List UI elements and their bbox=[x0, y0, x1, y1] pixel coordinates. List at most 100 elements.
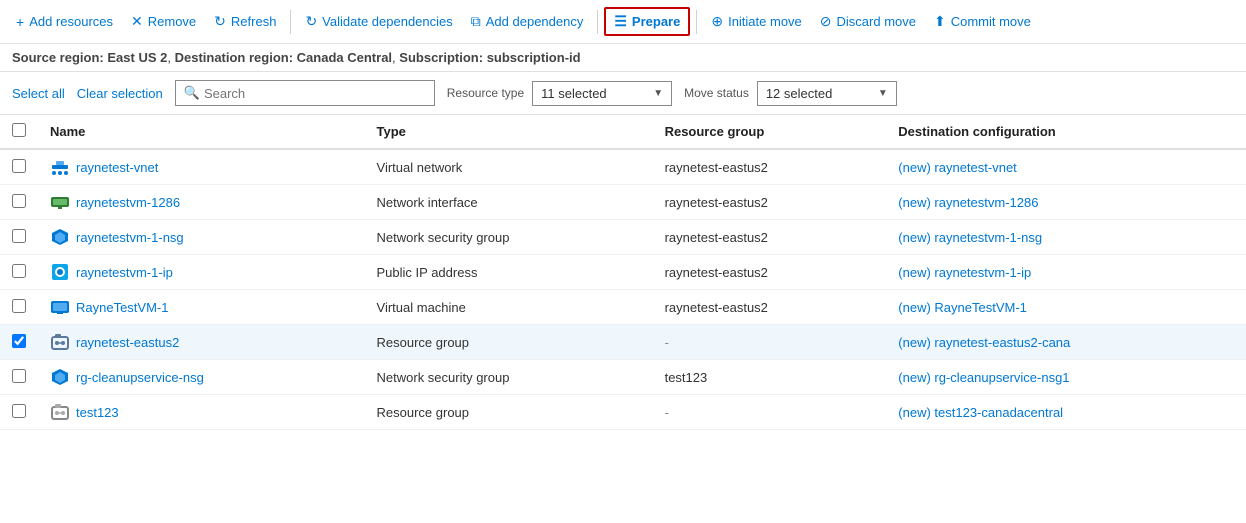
resource-type-group: Resource type 11 selected ▼ bbox=[447, 81, 672, 106]
remove-button[interactable]: ✕ Remove bbox=[123, 9, 204, 34]
table-row: raynetest-vnet Virtual network raynetest… bbox=[0, 149, 1246, 185]
row-checkbox-cell[interactable] bbox=[0, 395, 38, 430]
prepare-button[interactable]: ☰ Prepare bbox=[604, 7, 690, 36]
resource-name: rg-cleanupservice-nsg bbox=[76, 370, 204, 385]
resource-name-link[interactable]: rg-cleanupservice-nsg bbox=[50, 367, 353, 387]
resource-name-link[interactable]: raynetest-eastus2 bbox=[50, 332, 353, 352]
search-box[interactable]: 🔍 bbox=[175, 80, 435, 106]
resource-name-link[interactable]: RayneTestVM-1 bbox=[50, 297, 353, 317]
row-dest-cell: (new) raynetest-eastus2-cana bbox=[886, 325, 1246, 360]
col-destination: Destination configuration bbox=[886, 115, 1246, 149]
resource-type-text: Network security group bbox=[377, 230, 510, 245]
resource-type-text: Public IP address bbox=[377, 265, 478, 280]
row-dest-cell: (new) raynetestvm-1286 bbox=[886, 185, 1246, 220]
row-checkbox[interactable] bbox=[12, 264, 26, 278]
row-checkbox-cell[interactable] bbox=[0, 185, 38, 220]
resource-name: raynetest-vnet bbox=[76, 160, 158, 175]
validate-icon: ↻ bbox=[305, 13, 317, 30]
destination-config-link[interactable]: (new) raynetest-eastus2-cana bbox=[898, 335, 1070, 350]
row-checkbox[interactable] bbox=[12, 334, 26, 348]
row-checkbox[interactable] bbox=[12, 369, 26, 383]
table-row: test123 Resource group - (new) test123-c… bbox=[0, 395, 1246, 430]
destination-config-link[interactable]: (new) RayneTestVM-1 bbox=[898, 300, 1027, 315]
row-rg-cell: test123 bbox=[653, 360, 887, 395]
add-resources-button[interactable]: + Add resources bbox=[8, 10, 121, 34]
destination-config-link[interactable]: (new) raynetest-vnet bbox=[898, 160, 1017, 175]
destination-config-link[interactable]: (new) test123-canadacentral bbox=[898, 405, 1063, 420]
row-checkbox[interactable] bbox=[12, 299, 26, 313]
col-resource-group: Resource group bbox=[653, 115, 887, 149]
col-name: Name bbox=[38, 115, 365, 149]
discard-move-button[interactable]: ⊘ Discard move bbox=[812, 9, 924, 34]
info-bar: Source region: East US 2, Destination re… bbox=[0, 44, 1246, 72]
resource-name: test123 bbox=[76, 405, 119, 420]
resource-name-link[interactable]: raynetest-vnet bbox=[50, 157, 353, 177]
add-dependency-icon: ⧉ bbox=[471, 13, 481, 30]
table-row: RayneTestVM-1 Virtual machine raynetest-… bbox=[0, 290, 1246, 325]
row-type-cell: Virtual network bbox=[365, 149, 653, 185]
row-checkbox-cell[interactable] bbox=[0, 220, 38, 255]
resource-name-link[interactable]: test123 bbox=[50, 402, 353, 422]
row-checkbox-cell[interactable] bbox=[0, 255, 38, 290]
resource-name-link[interactable]: raynetestvm-1-ip bbox=[50, 262, 353, 282]
row-checkbox[interactable] bbox=[12, 159, 26, 173]
row-checkbox-cell[interactable] bbox=[0, 149, 38, 185]
row-type-cell: Network security group bbox=[365, 360, 653, 395]
resource-name-link[interactable]: raynetestvm-1286 bbox=[50, 192, 353, 212]
resource-type-icon bbox=[50, 402, 70, 422]
refresh-button[interactable]: ↻ Refresh bbox=[206, 9, 284, 34]
row-dest-cell: (new) rg-cleanupservice-nsg1 bbox=[886, 360, 1246, 395]
row-type-cell: Network interface bbox=[365, 185, 653, 220]
select-all-checkbox[interactable] bbox=[12, 123, 26, 137]
resource-type-dropdown[interactable]: 11 selected ▼ bbox=[532, 81, 672, 106]
row-dest-cell: (new) raynetestvm-1-nsg bbox=[886, 220, 1246, 255]
destination-config-link[interactable]: (new) raynetestvm-1286 bbox=[898, 195, 1038, 210]
row-name-cell: RayneTestVM-1 bbox=[38, 290, 365, 325]
row-name-cell: raynetest-vnet bbox=[38, 149, 365, 185]
move-status-dropdown[interactable]: 12 selected ▼ bbox=[757, 81, 897, 106]
row-checkbox-cell[interactable] bbox=[0, 325, 38, 360]
table-header-row: Name Type Resource group Destination con… bbox=[0, 115, 1246, 149]
row-checkbox[interactable] bbox=[12, 229, 26, 243]
resource-name-link[interactable]: raynetestvm-1-nsg bbox=[50, 227, 353, 247]
resource-name: raynetestvm-1-nsg bbox=[76, 230, 184, 245]
destination-config-link[interactable]: (new) rg-cleanupservice-nsg1 bbox=[898, 370, 1069, 385]
resource-name: RayneTestVM-1 bbox=[76, 300, 168, 315]
search-input[interactable] bbox=[204, 86, 426, 101]
resource-type-icon bbox=[50, 192, 70, 212]
row-dest-cell: (new) raynetestvm-1-ip bbox=[886, 255, 1246, 290]
resource-group-text: - bbox=[665, 335, 669, 350]
separator-2 bbox=[597, 10, 598, 34]
clear-selection-link[interactable]: Clear selection bbox=[77, 86, 163, 101]
row-dest-cell: (new) raynetest-vnet bbox=[886, 149, 1246, 185]
resource-type-icon bbox=[50, 157, 70, 177]
add-dependency-button[interactable]: ⧉ Add dependency bbox=[463, 9, 592, 34]
row-rg-cell: raynetest-eastus2 bbox=[653, 220, 887, 255]
separator-1 bbox=[290, 10, 291, 34]
row-checkbox-cell[interactable] bbox=[0, 360, 38, 395]
validate-dependencies-button[interactable]: ↻ Validate dependencies bbox=[297, 9, 460, 34]
row-name-cell: raynetestvm-1-ip bbox=[38, 255, 365, 290]
row-checkbox[interactable] bbox=[12, 194, 26, 208]
initiate-move-icon: ⊕ bbox=[711, 13, 723, 30]
destination-config-link[interactable]: (new) raynetestvm-1-ip bbox=[898, 265, 1031, 280]
destination-config-link[interactable]: (new) raynetestvm-1-nsg bbox=[898, 230, 1042, 245]
resource-type-icon bbox=[50, 262, 70, 282]
select-all-checkbox-header[interactable] bbox=[0, 115, 38, 149]
row-checkbox-cell[interactable] bbox=[0, 290, 38, 325]
table-row: raynetest-eastus2 Resource group - (new)… bbox=[0, 325, 1246, 360]
toolbar: + Add resources ✕ Remove ↻ Refresh ↻ Val… bbox=[0, 0, 1246, 44]
add-icon: + bbox=[16, 14, 24, 30]
resource-type-text: Network interface bbox=[377, 195, 478, 210]
initiate-move-button[interactable]: ⊕ Initiate move bbox=[703, 9, 809, 34]
filter-bar: Select all Clear selection 🔍 Resource ty… bbox=[0, 72, 1246, 115]
commit-move-button[interactable]: ⬆ Commit move bbox=[926, 9, 1039, 34]
resource-name: raynetest-eastus2 bbox=[76, 335, 179, 350]
table-row: raynetestvm-1-ip Public IP address rayne… bbox=[0, 255, 1246, 290]
resource-type-text: Network security group bbox=[377, 370, 510, 385]
table-row: rg-cleanupservice-nsg Network security g… bbox=[0, 360, 1246, 395]
row-name-cell: raynetestvm-1-nsg bbox=[38, 220, 365, 255]
select-all-link[interactable]: Select all bbox=[12, 86, 65, 101]
row-checkbox[interactable] bbox=[12, 404, 26, 418]
row-name-cell: raynetestvm-1286 bbox=[38, 185, 365, 220]
